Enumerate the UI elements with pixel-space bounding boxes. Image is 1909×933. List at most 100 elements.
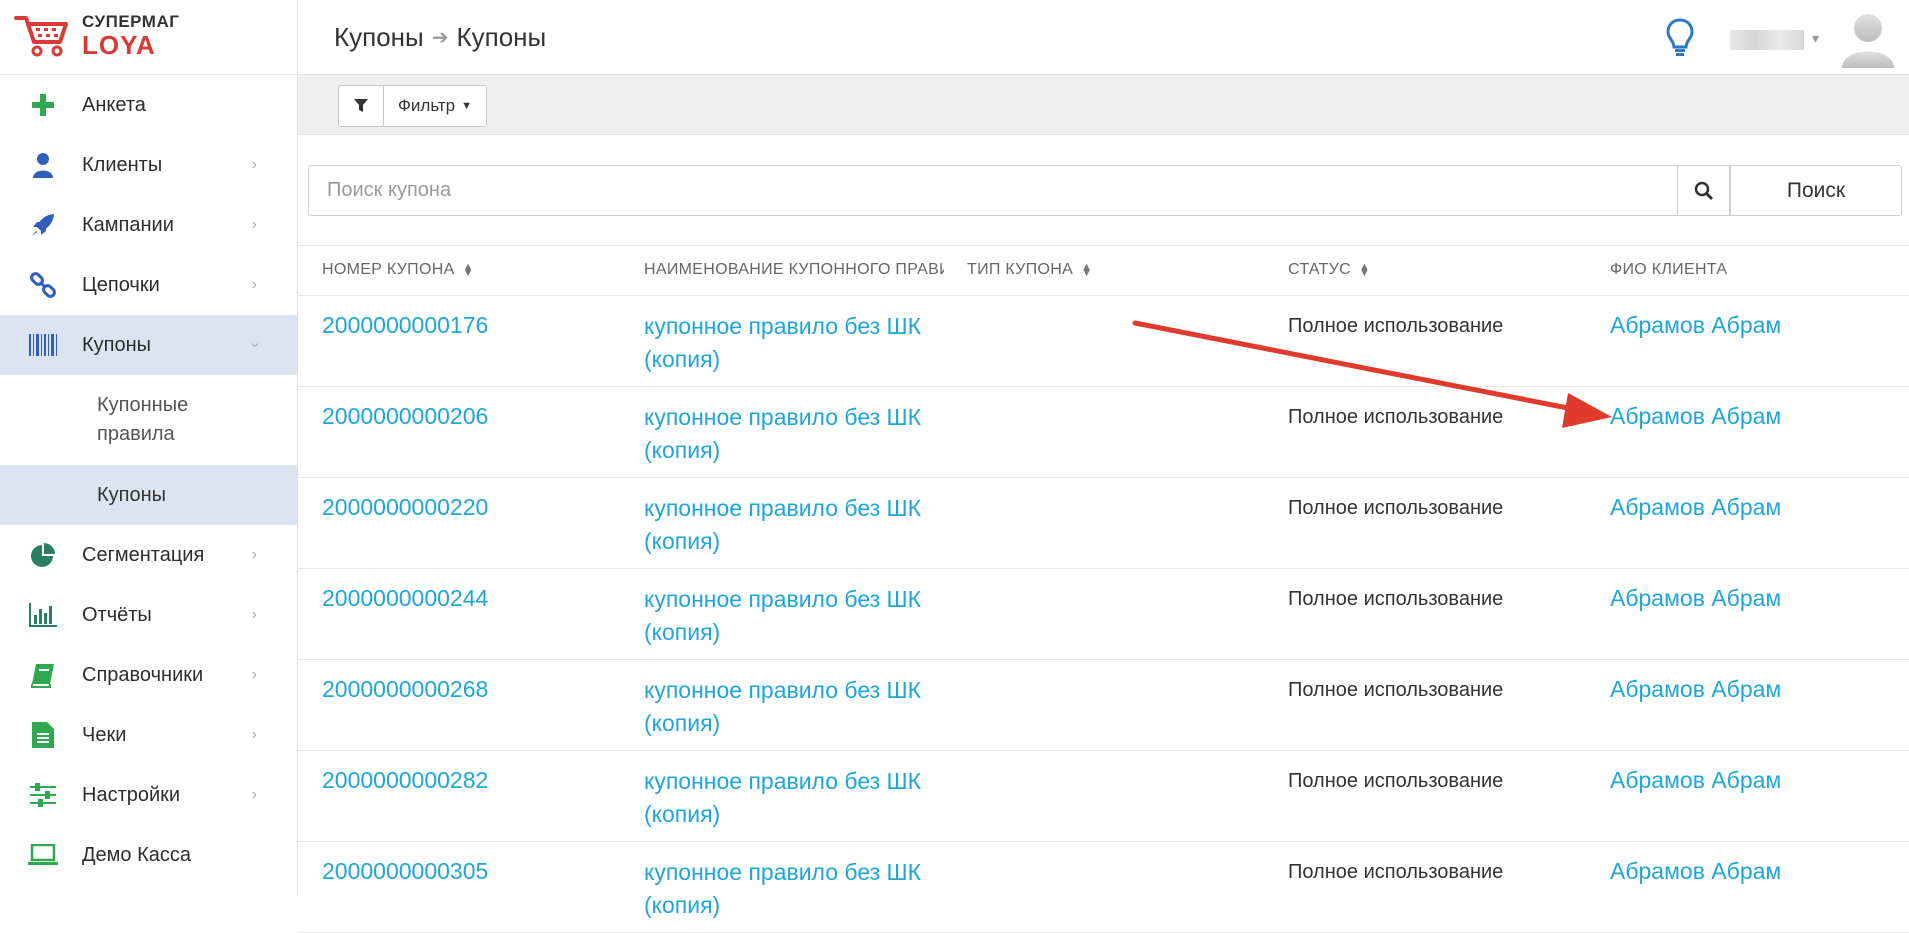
column-header-label: ФИО КЛИЕНТА — [1610, 261, 1728, 278]
column-header-rule-name[interactable]: НАИМЕНОВАНИЕ КУПОННОГО ПРАВИ — [644, 261, 944, 279]
brand-name-bottom: LOYA — [82, 30, 156, 60]
sidebar-item-settings[interactable]: Настройки › — [0, 765, 297, 825]
search-icon — [1694, 181, 1713, 200]
client-name-link[interactable]: Абрамов Абрам — [1610, 494, 1781, 521]
coupon-status: Полное использование — [1288, 770, 1504, 792]
coupon-rule-link[interactable]: купонное правило без ШК (копия) — [644, 856, 934, 922]
breadcrumb-section[interactable]: Купоны — [334, 22, 424, 53]
link-icon — [28, 270, 58, 300]
table-row: 2000000000268 купонное правило без ШК (к… — [298, 660, 1909, 751]
sidebar-item-segmentation[interactable]: Сегментация › — [0, 525, 297, 585]
coupon-rule-link[interactable]: купонное правило без ШК (копия) — [644, 674, 934, 740]
sidebar-item-campaigns[interactable]: Кампании › — [0, 195, 297, 255]
lightbulb-icon[interactable] — [1666, 18, 1694, 63]
caret-down-icon[interactable]: ▾ — [1812, 30, 1819, 47]
column-header-type[interactable]: ТИП КУПОНА ▲ ▼ — [967, 261, 1092, 279]
breadcrumb: Купоны ➔ Купоны — [334, 22, 546, 53]
column-header-client[interactable]: ФИО КЛИЕНТА — [1610, 261, 1727, 279]
search-input[interactable] — [308, 165, 1678, 216]
sidebar-item-clients[interactable]: Клиенты › — [0, 135, 297, 195]
sidebar-item-label: Сегментация — [82, 543, 205, 566]
sidebar-item-label: Справочники — [82, 663, 204, 686]
filter-label: Фильтр — [398, 96, 456, 115]
table-row: 2000000000305 купонное правило без ШК (к… — [298, 842, 1909, 933]
sidebar-item-label: Кампании — [82, 213, 174, 236]
sidebar-item-label: Демо Касса — [82, 843, 191, 866]
table-header: НОМЕР КУПОНА ▲ ▼ НАИМЕНОВАНИЕ КУПОННОГО ПР… — [298, 245, 1909, 296]
sidebar-item-label: Клиенты — [82, 153, 163, 176]
sort-icon: ▲ ▼ — [462, 261, 474, 279]
column-header-label: ТИП КУПОНА — [967, 261, 1074, 278]
table-row: 2000000000282 купонное правило без ШК (к… — [298, 751, 1909, 842]
sliders-icon — [28, 780, 58, 810]
sidebar-item-label: Чеки — [82, 723, 127, 746]
chevron-right-icon: › — [251, 726, 257, 743]
chevron-right-icon: › — [251, 666, 257, 683]
coupon-rule-link[interactable]: купонное правило без ШК (копия) — [644, 401, 934, 467]
user-name-blurred[interactable] — [1730, 30, 1804, 50]
sidebar-item-demo-cashbox[interactable]: Демо Касса — [0, 825, 297, 885]
filter-button-group: Фильтр ▼ — [338, 85, 487, 127]
coupon-status: Полное использование — [1288, 497, 1504, 519]
chevron-right-icon: › — [251, 276, 257, 293]
column-header-number[interactable]: НОМЕР КУПОНА ▲ ▼ — [322, 261, 474, 279]
search-button[interactable]: Поиск — [1730, 165, 1902, 216]
coupon-status: Полное использование — [1288, 588, 1504, 610]
top-header: Купоны ➔ Купоны ▾ — [298, 0, 1909, 75]
coupon-rule-link[interactable]: купонное правило без ШК (копия) — [644, 492, 934, 558]
laptop-icon — [28, 840, 58, 870]
coupon-status: Полное использование — [1288, 861, 1504, 883]
search-bar: Поиск — [308, 165, 1902, 216]
client-name-link[interactable]: Абрамов Абрам — [1610, 403, 1781, 430]
chevron-right-icon: › — [251, 546, 257, 563]
receipt-icon — [28, 720, 58, 750]
funnel-icon — [354, 99, 368, 112]
coupon-number-link[interactable]: 2000000000176 — [322, 312, 488, 339]
coupons-table: НОМЕР КУПОНА ▲ ▼ НАИМЕНОВАНИЕ КУПОННОГО ПР… — [298, 245, 1909, 933]
pie-chart-icon — [28, 540, 58, 570]
sidebar-subitem-coupon-rules[interactable]: Купонные правила — [0, 375, 297, 465]
coupon-number-link[interactable]: 2000000000282 — [322, 767, 488, 794]
book-icon — [28, 660, 58, 690]
search-icon-button[interactable] — [1678, 165, 1730, 216]
coupon-rule-link[interactable]: купонное правило без ШК (копия) — [644, 765, 934, 831]
avatar[interactable] — [1838, 8, 1898, 68]
plus-icon — [28, 90, 58, 120]
coupon-number-link[interactable]: 2000000000206 — [322, 403, 488, 430]
table-row: 2000000000220 купонное правило без ШК (к… — [298, 478, 1909, 569]
sidebar-item-directories[interactable]: Справочники › — [0, 645, 297, 705]
sidebar-subitem-label: Купоны — [97, 483, 167, 506]
user-icon — [28, 150, 58, 180]
column-header-status[interactable]: СТАТУС ▲ ▼ — [1288, 261, 1370, 279]
sidebar-item-receipts[interactable]: Чеки › — [0, 705, 297, 765]
sidebar-subitem-label: Купонные правила — [97, 394, 189, 445]
coupon-number-link[interactable]: 2000000000305 — [322, 858, 488, 885]
cart-logo-icon — [14, 16, 68, 57]
sidebar-item-label: Купоны — [82, 333, 152, 356]
sidebar-item-anketa[interactable]: Анкета — [0, 75, 297, 135]
client-name-link[interactable]: Абрамов Абрам — [1610, 858, 1781, 885]
logo[interactable]: СУПЕРМАГ LOYA — [0, 0, 297, 75]
sidebar-subitem-coupons[interactable]: Купоны — [0, 465, 297, 525]
sidebar-item-chains[interactable]: Цепочки › — [0, 255, 297, 315]
client-name-link[interactable]: Абрамов Абрам — [1610, 676, 1781, 703]
sidebar: СУПЕРМАГ LOYA Анкета Клиенты › Кампании … — [0, 0, 298, 895]
table-row: 2000000000206 купонное правило без ШК (к… — [298, 387, 1909, 478]
coupon-rule-link[interactable]: купонное правило без ШК (копия) — [644, 583, 934, 649]
filter-icon-button[interactable] — [339, 86, 384, 126]
sort-icon: ▲ ▼ — [1081, 261, 1093, 279]
breadcrumb-current: Купоны — [456, 22, 547, 52]
coupon-status: Полное использование — [1288, 406, 1504, 428]
coupon-number-link[interactable]: 2000000000244 — [322, 585, 488, 612]
sidebar-item-reports[interactable]: Отчёты › — [0, 585, 297, 645]
coupon-number-link[interactable]: 2000000000220 — [322, 494, 488, 521]
filter-dropdown-button[interactable]: Фильтр ▼ — [384, 86, 486, 126]
sidebar-item-coupons[interactable]: Купоны › — [0, 315, 297, 375]
client-name-link[interactable]: Абрамов Абрам — [1610, 585, 1781, 612]
client-name-link[interactable]: Абрамов Абрам — [1610, 312, 1781, 339]
table-row: 2000000000244 купонное правило без ШК (к… — [298, 569, 1909, 660]
column-header-label: СТАТУС — [1288, 261, 1351, 278]
coupon-number-link[interactable]: 2000000000268 — [322, 676, 488, 703]
coupon-rule-link[interactable]: купонное правило без ШК (копия) — [644, 310, 934, 376]
client-name-link[interactable]: Абрамов Абрам — [1610, 767, 1781, 794]
